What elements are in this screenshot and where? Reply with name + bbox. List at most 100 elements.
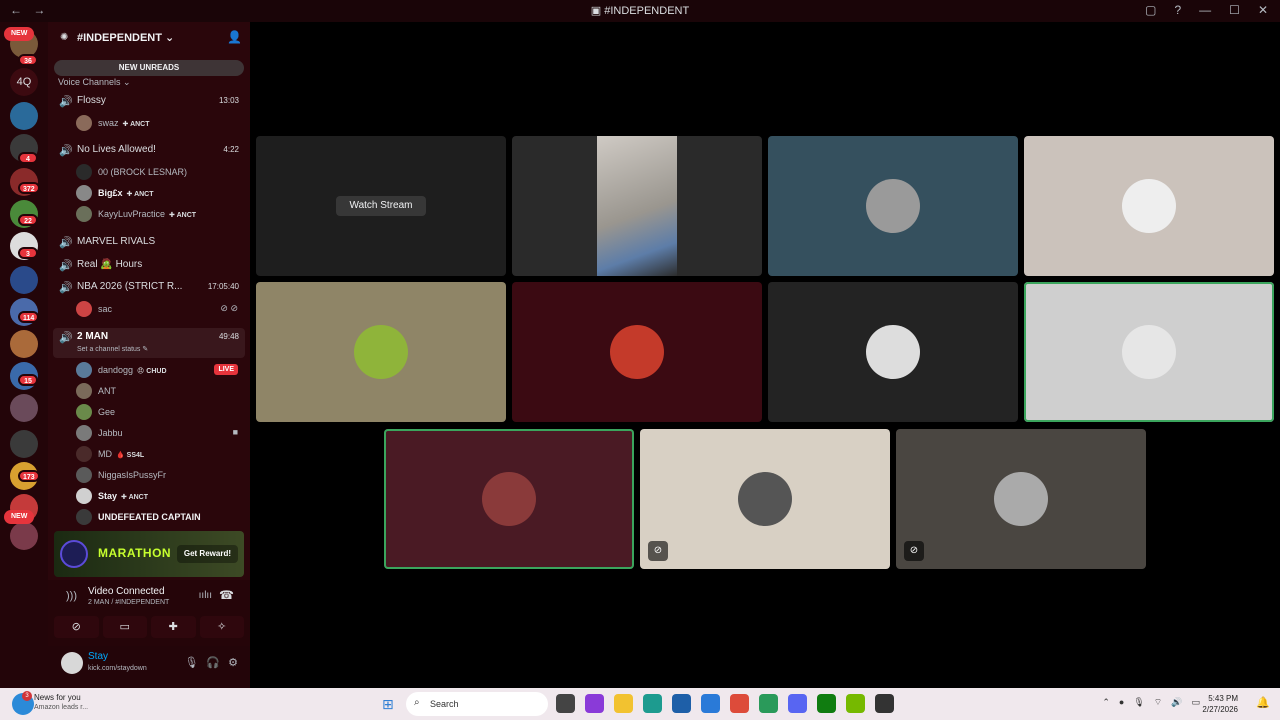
server-icon-4q[interactable]: 4Q: [10, 68, 38, 96]
server-icon[interactable]: [10, 394, 38, 422]
user-name[interactable]: Stay: [88, 651, 108, 662]
clan-tag[interactable]: 😠 CHUD: [137, 368, 166, 375]
voice-channel[interactable]: 🔊 Real 🧟 Hours: [53, 256, 245, 276]
maximize-button[interactable]: ☐: [1229, 3, 1240, 17]
chrome-icon[interactable]: [730, 694, 749, 713]
clock[interactable]: 5:43 PM 2/27/2026: [1202, 693, 1238, 715]
promo-banner[interactable]: MARATHON Get Reward!: [54, 531, 244, 577]
video-tile[interactable]: [256, 282, 506, 422]
new-pill[interactable]: NEW: [4, 27, 35, 41]
screen-share-icon[interactable]: ▭: [102, 616, 147, 638]
disconnect-icon[interactable]: ☎: [219, 588, 234, 602]
soundboard-icon[interactable]: ✧: [199, 616, 244, 638]
minimize-button[interactable]: —: [1199, 3, 1211, 17]
voice-user[interactable]: sac ⊘ ⊘: [76, 300, 244, 318]
news-title[interactable]: News for you: [34, 693, 81, 702]
video-tile[interactable]: ⊘: [896, 429, 1146, 569]
new-unreads-bar[interactable]: NEW UNREADS: [54, 60, 244, 76]
clan-tag[interactable]: ✚ ANCT: [127, 191, 154, 198]
channel-status[interactable]: Set a channel status ✎: [77, 345, 148, 353]
inbox-icon[interactable]: ▢: [1145, 3, 1156, 17]
server-icon[interactable]: [10, 430, 38, 458]
server-icon[interactable]: [10, 522, 38, 550]
video-tile[interactable]: [1024, 282, 1274, 422]
edge-icon[interactable]: [643, 694, 662, 713]
voice-user[interactable]: ANT: [76, 382, 244, 400]
voice-user[interactable]: Jabbu ■: [76, 424, 244, 442]
help-icon[interactable]: ?: [1174, 3, 1181, 17]
voice-user[interactable]: KayyLuvPractice ✚ ANCT: [76, 205, 244, 223]
clan-tag[interactable]: ✚ ANCT: [123, 121, 150, 128]
discord-icon[interactable]: [788, 694, 807, 713]
voice-user[interactable]: Gee: [76, 403, 244, 421]
server-icon[interactable]: [10, 102, 38, 130]
store-icon[interactable]: [672, 694, 691, 713]
app-icon[interactable]: [759, 694, 778, 713]
clan-tag[interactable]: 🩸 SS4L: [116, 452, 144, 459]
microphone-icon[interactable]: 🎙: [184, 656, 198, 669]
clan-tag[interactable]: ✚ ANCT: [169, 212, 196, 219]
noise-suppression-icon[interactable]: ıılıı: [199, 590, 212, 601]
battery-icon[interactable]: ▭: [1191, 697, 1200, 708]
microphone-tray-icon[interactable]: 🎙: [1133, 697, 1144, 708]
server-icon[interactable]: [10, 330, 38, 358]
headphones-icon[interactable]: 🎧: [206, 656, 220, 669]
voice-user[interactable]: 00 (BROCK LESNAR): [76, 163, 244, 181]
settings-gear-icon[interactable]: ⚙: [228, 656, 238, 669]
notification-bell-icon[interactable]: 🔔: [1256, 696, 1270, 709]
get-reward-button[interactable]: Get Reward!: [176, 545, 238, 563]
watch-stream-button[interactable]: Watch Stream: [336, 196, 426, 216]
guild-header[interactable]: ✺ #INDEPENDENT ⌄ 👤: [48, 22, 250, 54]
voice-channel[interactable]: 🔊 NBA 2026 (STRICT R... 17:05:40: [53, 278, 245, 298]
connection-signal-icon[interactable]: ))): [66, 590, 77, 602]
live-badge[interactable]: LIVE: [214, 364, 238, 375]
video-tile[interactable]: [512, 136, 762, 276]
voice-channel-name: No Lives Allowed!: [77, 144, 156, 155]
video-tile[interactable]: ⊘: [640, 429, 890, 569]
taskbar-search[interactable]: ⌕ Search: [406, 692, 548, 716]
speaker-icon: 🔊: [59, 96, 73, 108]
new-pill[interactable]: NEW: [4, 510, 35, 524]
avatar: [76, 383, 92, 399]
close-button[interactable]: ✕: [1258, 3, 1268, 17]
voice-user[interactable]: swaz ✚ ANCT: [76, 114, 244, 132]
video-tile[interactable]: [768, 282, 1018, 422]
voice-user[interactable]: NiggasIsPussyFr: [76, 466, 244, 484]
nvidia-icon[interactable]: [846, 694, 865, 713]
camera-off-icon[interactable]: ⊘: [54, 616, 99, 638]
activities-icon[interactable]: ✚: [151, 616, 196, 638]
stream-tile[interactable]: Watch Stream: [256, 136, 506, 276]
guild-name[interactable]: #INDEPENDENT ⌄: [77, 31, 174, 44]
video-tile[interactable]: [384, 429, 634, 569]
voice-channel[interactable]: 🔊 Flossy 13:03: [53, 92, 245, 112]
avatar[interactable]: [61, 652, 83, 674]
video-tile[interactable]: [1024, 136, 1274, 276]
news-subtitle[interactable]: Amazon leads r...: [34, 704, 88, 711]
voice-user[interactable]: Big£x ✚ ANCT: [76, 184, 244, 202]
video-tile[interactable]: [512, 282, 762, 422]
task-view-icon[interactable]: [556, 694, 575, 713]
voice-channel[interactable]: 🔊 No Lives Allowed! 4:22: [53, 141, 245, 161]
xbox-icon[interactable]: [817, 694, 836, 713]
voice-category[interactable]: Voice Channels ⌄: [58, 77, 131, 88]
clan-tag[interactable]: ✚ ANCT: [121, 494, 148, 501]
voice-user[interactable]: UNDEFEATED CAPTAIN: [76, 508, 244, 526]
video-tile[interactable]: [768, 136, 1018, 276]
outlook-icon[interactable]: [701, 694, 720, 713]
copilot-icon[interactable]: [585, 694, 604, 713]
chevron-up-icon[interactable]: ⌃: [1102, 697, 1110, 708]
wifi-icon[interactable]: ⌔: [1154, 697, 1162, 708]
voice-channel[interactable]: 🔊 MARVEL RIVALS: [53, 233, 245, 253]
voice-channel[interactable]: 🔊 2 MAN 49:48 Set a channel status ✎: [53, 328, 245, 358]
server-icon[interactable]: [10, 266, 38, 294]
voice-user[interactable]: MD 🩸 SS4L: [76, 445, 244, 463]
voice-user[interactable]: dandogg 😠 CHUD LIVE: [76, 361, 244, 379]
app-icon-2[interactable]: [875, 694, 894, 713]
file-explorer-icon[interactable]: [614, 694, 633, 713]
connection-channel[interactable]: 2 MAN / #INDEPENDENT: [88, 599, 169, 606]
volume-icon[interactable]: 🔊: [1171, 697, 1182, 708]
windows-start-icon[interactable]: ⊞: [382, 696, 394, 713]
voice-user[interactable]: Stay ✚ ANCT: [76, 487, 244, 505]
tray-app-icon[interactable]: ●: [1119, 697, 1124, 708]
invite-people-icon[interactable]: 👤: [227, 30, 242, 44]
